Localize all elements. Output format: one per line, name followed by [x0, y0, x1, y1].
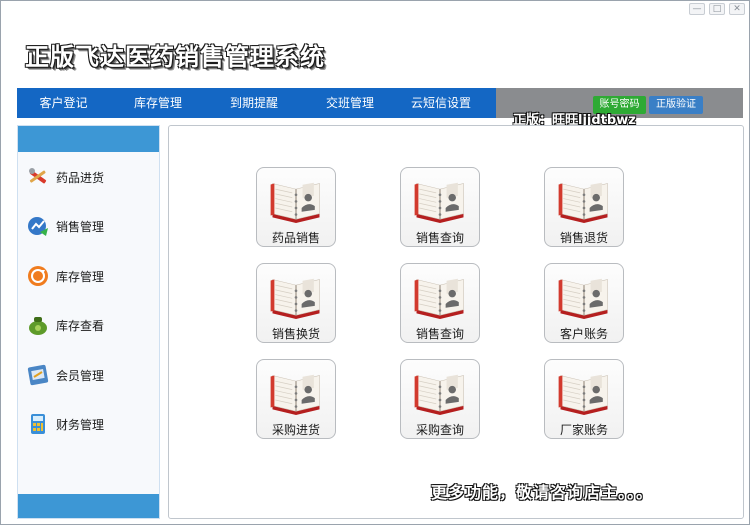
tile-label: 销售查询: [415, 231, 464, 245]
tile-button[interactable]: 销售退货: [544, 167, 624, 247]
tools-icon: [29, 168, 47, 184]
tile-label: 采购查询: [415, 423, 464, 437]
orange-cycle-icon: [28, 266, 48, 286]
more-features-text: 更多功能，敬请咨询店主。。。: [431, 483, 654, 502]
address-book-icon: [414, 374, 464, 415]
tile-label: 销售退货: [559, 231, 608, 245]
sidebar-footer: [18, 494, 159, 518]
sidebar-item-label: 财务管理: [56, 417, 105, 432]
sidebar-item-label: 销售管理: [56, 219, 105, 234]
sidebar-item-purchase[interactable]: 药品进货: [26, 164, 104, 190]
sidebar-header: [18, 126, 159, 152]
chart-refresh-icon: [28, 217, 48, 236]
tile-button[interactable]: 采购进货: [256, 359, 336, 439]
menu-item-inventory[interactable]: 库存管理: [110, 88, 206, 118]
app-window: — □ ✕ 正版飞达医药销售管理系统 客户登记 库存管理 到期提醒 交班管理 云…: [0, 0, 750, 525]
tile-label: 厂家账务: [559, 423, 608, 437]
address-book-icon: [414, 182, 464, 223]
tile-button[interactable]: 厂家账务: [544, 359, 624, 439]
tile-button[interactable]: 采购查询: [400, 359, 480, 439]
address-book-icon: [558, 278, 608, 319]
menu-item-customer-register[interactable]: 客户登记: [17, 88, 110, 118]
window-controls: — □ ✕: [689, 3, 745, 15]
address-book-icon: [270, 278, 320, 319]
sidebar-item-label: 库存查看: [56, 318, 105, 333]
sidebar-item-label: 库存管理: [56, 269, 105, 284]
menu-item-sms-settings[interactable]: 云短信设置: [398, 88, 484, 118]
tile-label: 采购进货: [271, 423, 320, 437]
tile-button[interactable]: 客户账务: [544, 263, 624, 343]
address-book-icon: [558, 374, 608, 415]
sidebar-item-label: 会员管理: [56, 368, 105, 383]
address-book-icon: [270, 374, 320, 415]
sidebar: 药品进货 销售管理 库存管理 库存查看 会员管理 财务管理: [17, 125, 160, 519]
menu-item-shift[interactable]: 交班管理: [302, 88, 398, 118]
address-book-icon: [414, 278, 464, 319]
sidebar-item-finance[interactable]: 财务管理: [26, 411, 104, 437]
tile-label: 药品销售: [271, 231, 320, 245]
maximize-button[interactable]: □: [709, 3, 725, 15]
minimize-button[interactable]: —: [689, 3, 705, 15]
sidebar-item-stock-view[interactable]: 库存查看: [26, 312, 104, 338]
menu-item-expiry-reminder[interactable]: 到期提醒: [206, 88, 302, 118]
address-book-icon: [270, 182, 320, 223]
sidebar-item-members[interactable]: 会员管理: [26, 362, 104, 388]
green-bag-icon: [29, 317, 47, 335]
tile-label: 销售换货: [271, 327, 320, 341]
tile-button[interactable]: 销售查询: [400, 263, 480, 343]
sidebar-item-inventory[interactable]: 库存管理: [26, 263, 104, 289]
sidebar-item-sales[interactable]: 销售管理: [26, 213, 104, 239]
tile-button[interactable]: 药品销售: [256, 167, 336, 247]
close-button[interactable]: ✕: [729, 3, 745, 15]
tile-label: 销售查询: [415, 327, 464, 341]
genuine-verify-button[interactable]: 正版验证: [649, 96, 703, 114]
sidebar-item-label: 药品进货: [56, 170, 105, 185]
calculator-icon: [31, 414, 45, 434]
app-title: 正版飞达医药销售管理系统: [25, 43, 325, 71]
address-book-icon: [558, 182, 608, 223]
member-card-icon: [27, 364, 49, 386]
tile-label: 客户账务: [559, 327, 608, 341]
tile-button[interactable]: 销售换货: [256, 263, 336, 343]
tile-button[interactable]: 销售查询: [400, 167, 480, 247]
